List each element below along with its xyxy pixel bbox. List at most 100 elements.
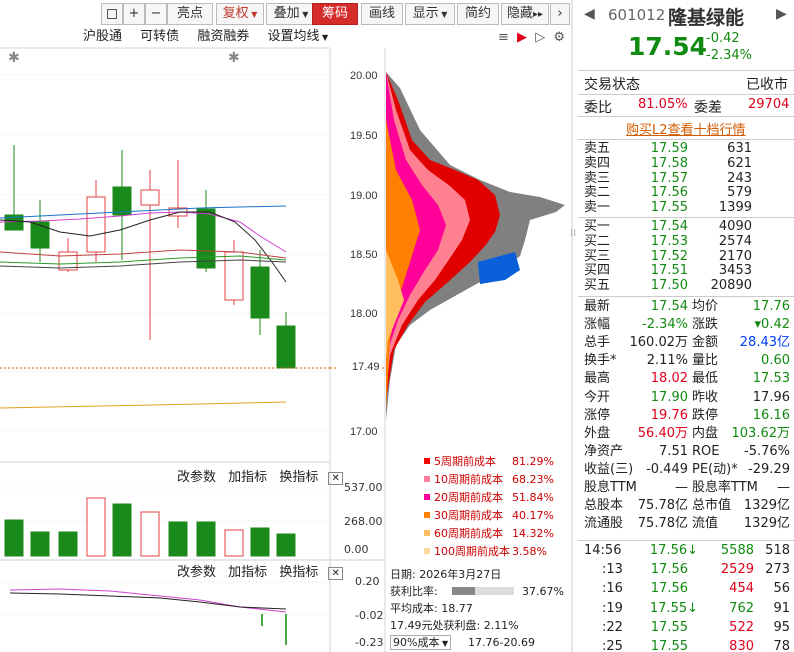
ask-label: 卖五 bbox=[584, 141, 611, 156]
tick-price: 17.55↓ bbox=[649, 600, 698, 616]
legend-value: 51.84% bbox=[512, 491, 554, 504]
close-icon[interactable]: ✕ bbox=[328, 472, 343, 485]
volume-bar bbox=[250, 527, 270, 557]
stat-label: 总手 bbox=[584, 335, 611, 351]
bid-price: 17.51 bbox=[650, 263, 688, 279]
price-axis-label: 19.00 bbox=[350, 190, 378, 202]
price-change: -0.42 bbox=[706, 31, 740, 46]
tick-count: 95 bbox=[773, 619, 790, 635]
legend-swatch bbox=[424, 494, 430, 500]
stat-label: 今开 bbox=[584, 389, 611, 405]
tick-volume: 5588 bbox=[720, 543, 754, 558]
stat-value: 16.16 bbox=[752, 407, 790, 423]
tick-volume: 762 bbox=[729, 600, 754, 616]
stat-label: 涨跌 bbox=[692, 317, 719, 333]
status-value: 已收市 bbox=[746, 77, 788, 93]
tick-time: :19 bbox=[602, 600, 623, 616]
stat-label: 股息TTM bbox=[584, 480, 637, 495]
ask-label: 卖二 bbox=[584, 185, 611, 201]
macd-switch-indicator-button[interactable]: 换指标 bbox=[279, 565, 318, 580]
legend-swatch bbox=[424, 476, 430, 482]
tick-volume: 830 bbox=[729, 639, 754, 652]
legend-value: 14.32% bbox=[512, 527, 554, 540]
volume-bar bbox=[168, 521, 188, 557]
bid-label: 买三 bbox=[584, 248, 611, 264]
cost-range: 17.76-20.69 bbox=[468, 636, 535, 649]
bid-volume: 3453 bbox=[718, 263, 752, 279]
ask-volume: 1399 bbox=[718, 200, 752, 216]
weicha-value: 29704 bbox=[748, 97, 790, 112]
stat-value: 7.51 bbox=[659, 443, 688, 459]
stat-label: 跌停 bbox=[692, 407, 719, 423]
ask-price: 17.59 bbox=[650, 141, 688, 156]
stat-value: 103.62万 bbox=[731, 425, 791, 441]
legend-label: 10周期前成本 bbox=[434, 473, 503, 486]
l2-link[interactable]: 购买L2查看十档行情 bbox=[626, 119, 746, 138]
stat-value: 17.90 bbox=[650, 389, 688, 405]
ask-volume: 243 bbox=[727, 170, 752, 186]
legend-swatch bbox=[424, 512, 430, 518]
legend-item: 100周期前成本 3.58% bbox=[424, 545, 547, 559]
tick-volume: 454 bbox=[729, 581, 754, 597]
stat-value: 56.40万 bbox=[637, 425, 688, 441]
tick-price: 17.55 bbox=[650, 619, 688, 635]
volume-bar bbox=[4, 519, 24, 557]
chip-date: 日期: 2026年3月27日 bbox=[390, 568, 502, 581]
next-stock-icon[interactable]: ▶ bbox=[776, 6, 787, 22]
profit-bar bbox=[452, 587, 514, 595]
stat-value: -0.449 bbox=[646, 461, 688, 477]
marker-icon: ✱ bbox=[8, 50, 20, 66]
prev-stock-icon[interactable]: ◀ bbox=[584, 6, 595, 22]
stat-value: 0.60 bbox=[761, 353, 790, 369]
tick-count: 91 bbox=[773, 600, 790, 616]
bid-volume: 2574 bbox=[718, 233, 752, 249]
legend-label: 30周期前成本 bbox=[434, 509, 503, 522]
bid-volume: 20890 bbox=[710, 278, 752, 294]
macd-axis-label: -0.23 bbox=[355, 636, 383, 649]
stat-label: 量比 bbox=[692, 353, 719, 369]
stat-label: 收益(三) bbox=[584, 461, 634, 477]
macd-add-indicator-button[interactable]: 加指标 bbox=[228, 565, 267, 580]
price-axis-label: 18.50 bbox=[350, 249, 378, 261]
macd-params-button[interactable]: 改参数 bbox=[177, 565, 216, 580]
legend-label: 20周期前成本 bbox=[434, 491, 503, 504]
price-axis-label: 20.00 bbox=[350, 70, 378, 82]
tick-count: 518 bbox=[765, 543, 790, 558]
stat-value: — bbox=[777, 480, 790, 495]
close-icon[interactable]: ✕ bbox=[328, 567, 343, 580]
legend-value: 40.17% bbox=[512, 509, 554, 522]
tick-count: 273 bbox=[765, 562, 790, 578]
last-price: 17.54 bbox=[628, 32, 708, 61]
bid-label: 买四 bbox=[584, 263, 611, 279]
vol-add-indicator-button[interactable]: 加指标 bbox=[228, 470, 267, 485]
cost-row: 90%成本 ▼ 17.76-20.69 bbox=[390, 634, 570, 651]
legend-item: 10周期前成本 68.23% bbox=[424, 473, 554, 487]
legend-swatch bbox=[424, 530, 430, 536]
weibi-value: 81.05% bbox=[638, 97, 688, 112]
price-axis-label: 17.49 bbox=[352, 361, 380, 373]
vol-params-button[interactable]: 改参数 bbox=[177, 470, 216, 485]
cost-select[interactable]: 90%成本 ▼ bbox=[390, 635, 452, 650]
stat-label: 流值 bbox=[692, 516, 719, 532]
candle-body bbox=[196, 208, 216, 269]
legend-item: 20周期前成本 51.84% bbox=[424, 491, 554, 505]
candle-body bbox=[30, 221, 50, 249]
vol-switch-indicator-button[interactable]: 换指标 bbox=[279, 470, 318, 485]
caret-down-icon: ▼ bbox=[439, 639, 449, 648]
ask-price: 17.55 bbox=[650, 200, 688, 216]
stat-value: 17.53 bbox=[752, 371, 790, 387]
quote-panel: ◀ ▶ 601012 隆基绿能 17.54 -0.42 -2.34% 交易状态 … bbox=[578, 0, 794, 652]
tick-time: :22 bbox=[602, 619, 623, 635]
bid-price: 17.52 bbox=[650, 248, 688, 264]
stat-label: 流通股 bbox=[584, 516, 624, 532]
stat-value: ▾0.42 bbox=[754, 317, 790, 333]
stat-value: 2.11% bbox=[646, 353, 688, 369]
legend-label: 60周期前成本 bbox=[434, 527, 503, 540]
ask-volume: 621 bbox=[727, 155, 752, 171]
price-axis-label: 19.50 bbox=[350, 130, 378, 142]
bid-label: 买二 bbox=[584, 233, 611, 249]
profit-label: 获利比率: bbox=[390, 585, 438, 598]
stat-value: 75.78亿 bbox=[637, 516, 688, 532]
svg-text:⁞⁞: ⁞⁞ bbox=[570, 228, 576, 239]
legend-label: 5周期前成本 bbox=[434, 455, 496, 468]
